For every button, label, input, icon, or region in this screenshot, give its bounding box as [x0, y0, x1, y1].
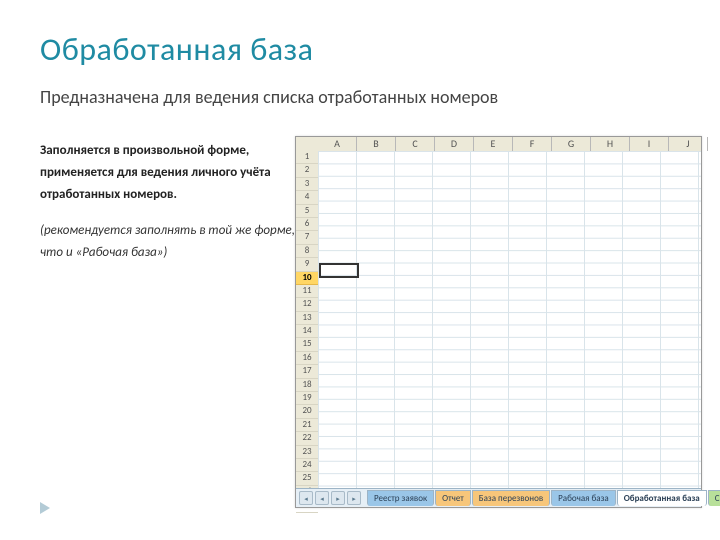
row-header-21[interactable]: 21 [296, 419, 318, 432]
col-header-I[interactable]: I [630, 137, 669, 151]
row-header-17[interactable]: 17 [296, 365, 318, 378]
tab-nav-btn-2[interactable]: ▸ [331, 491, 345, 505]
row-header-8[interactable]: 8 [296, 245, 318, 258]
tab-nav-btn-1[interactable]: ◂ [315, 491, 329, 505]
sheet-tab-2[interactable]: База перезвонов [472, 490, 550, 506]
body-text: Заполняется в произвольной форме, примен… [40, 140, 300, 264]
row-header-20[interactable]: 20 [296, 405, 318, 418]
col-header-J[interactable]: J [669, 137, 708, 151]
body-bold: Заполняется в произвольной форме, примен… [40, 140, 300, 206]
slide-title: Обработанная база [40, 30, 313, 69]
slide-subtitle: Предназначена для ведения списка отработ… [40, 86, 498, 108]
row-header-5[interactable]: 5 [296, 205, 318, 218]
col-header-E[interactable]: E [474, 137, 513, 151]
row-header-13[interactable]: 13 [296, 312, 318, 325]
sheet-tab-4[interactable]: Обработанная база [617, 490, 707, 506]
col-header-H[interactable]: H [591, 137, 630, 151]
row-headers: 1234567891011121314151617181920212223242… [296, 151, 319, 489]
row-header-11[interactable]: 11 [296, 285, 318, 298]
slide: Обработанная база Предназначена для веде… [0, 0, 720, 540]
col-header-D[interactable]: D [435, 137, 474, 151]
select-all-corner[interactable] [296, 137, 319, 152]
tab-nav-buttons: ◂◂▸▸ [299, 491, 363, 505]
spreadsheet-preview: ABCDEFGHIJ 12345678910111213141516171819… [295, 136, 702, 508]
cell-grid[interactable] [318, 151, 701, 489]
col-header-G[interactable]: G [552, 137, 591, 151]
col-header-A[interactable]: A [318, 137, 357, 151]
row-header-14[interactable]: 14 [296, 325, 318, 338]
row-header-1[interactable]: 1 [296, 151, 318, 164]
row-header-15[interactable]: 15 [296, 338, 318, 351]
row-header-24[interactable]: 24 [296, 459, 318, 472]
sheet-tab-0[interactable]: Реестр заявок [367, 490, 434, 506]
sheet-tab-1[interactable]: Отчет [435, 490, 471, 506]
tab-nav-btn-0[interactable]: ◂ [299, 491, 313, 505]
row-header-19[interactable]: 19 [296, 392, 318, 405]
sheet-tabs-bar: ◂◂▸▸ Реестр заявокОтчетБаза перезвоновРа… [296, 488, 701, 507]
col-header-B[interactable]: B [357, 137, 396, 151]
row-header-6[interactable]: 6 [296, 218, 318, 231]
row-header-7[interactable]: 7 [296, 231, 318, 244]
row-header-4[interactable]: 4 [296, 191, 318, 204]
row-header-22[interactable]: 22 [296, 432, 318, 445]
body-italic: (рекомендуется заполнять в той же форме,… [40, 220, 300, 264]
tab-nav-btn-3[interactable]: ▸ [347, 491, 361, 505]
row-header-9[interactable]: 9 [296, 258, 318, 271]
row-header-12[interactable]: 12 [296, 298, 318, 311]
row-header-23[interactable]: 23 [296, 446, 318, 459]
sheet-tab-5[interactable]: Справка [708, 490, 720, 506]
row-header-2[interactable]: 2 [296, 164, 318, 177]
col-header-C[interactable]: C [396, 137, 435, 151]
sheet-tab-3[interactable]: Рабочая база [551, 490, 616, 506]
row-header-16[interactable]: 16 [296, 352, 318, 365]
row-header-18[interactable]: 18 [296, 379, 318, 392]
row-header-3[interactable]: 3 [296, 178, 318, 191]
col-header-F[interactable]: F [513, 137, 552, 151]
row-header-10[interactable]: 10 [296, 272, 318, 285]
slide-bullet-decor [40, 502, 50, 514]
row-header-25[interactable]: 25 [296, 472, 318, 485]
sheet-tabs: Реестр заявокОтчетБаза перезвоновРабочая… [367, 490, 720, 506]
column-headers: ABCDEFGHIJ [318, 137, 701, 152]
